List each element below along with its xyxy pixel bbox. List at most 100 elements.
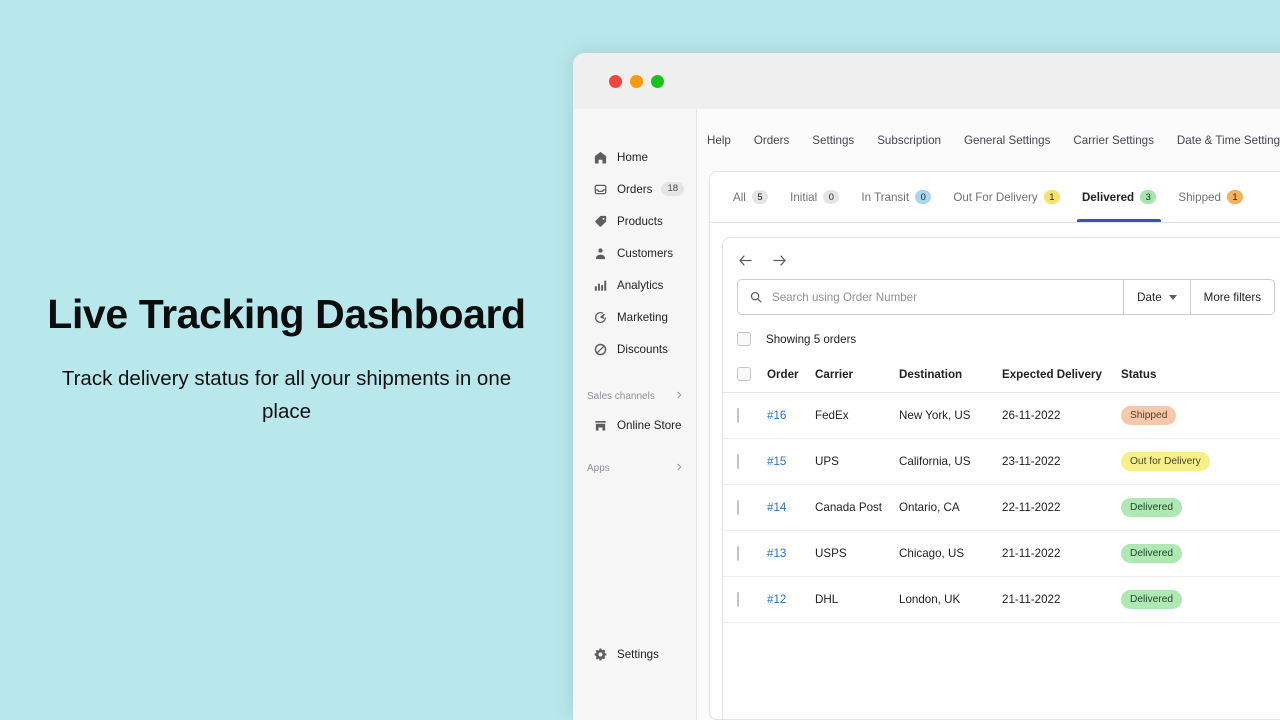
cell-status: Delivered	[1121, 576, 1280, 623]
more-filters-label: More filters	[1203, 290, 1261, 304]
cell-destination: Ontario, CA	[899, 484, 1002, 531]
order-link[interactable]: #16	[767, 409, 786, 422]
order-link[interactable]: #14	[767, 501, 786, 514]
date-filter-label: Date	[1137, 290, 1162, 304]
sidebar-section-label: Sales channels	[587, 390, 655, 402]
topnav-item-orders[interactable]: Orders	[754, 134, 789, 147]
topnav-item-date-time-settings[interactable]: Date & Time Settings	[1177, 134, 1280, 147]
date-filter-button[interactable]: Date	[1123, 280, 1190, 314]
orders-panel-wrap: Date More filters Showing 5 orders	[710, 223, 1280, 719]
header-carrier: Carrier	[815, 361, 899, 393]
sidebar-section-apps[interactable]: Apps	[573, 455, 696, 481]
sidebar-item-online-store[interactable]: Online Store	[579, 409, 690, 441]
status-badge: Delivered	[1121, 498, 1183, 517]
minimize-window-button[interactable]	[630, 74, 643, 88]
tab-count-badge: 3	[1140, 189, 1157, 205]
orders-card: All 5 Initial 0 In Transit 0 Out For Del…	[709, 171, 1280, 720]
table-row[interactable]: #16 FedEx New York, US 26-11-2022 Shippe…	[723, 392, 1280, 439]
arrow-right-icon[interactable]	[771, 252, 788, 269]
cell-expected-delivery: 22-11-2022	[1002, 484, 1121, 531]
orders-panel: Date More filters Showing 5 orders	[722, 237, 1280, 719]
tab-shipped[interactable]: Shipped 1	[1167, 172, 1254, 222]
select-all-rows-checkbox[interactable]	[737, 367, 751, 381]
sidebar-item-marketing[interactable]: Marketing	[579, 301, 690, 333]
cell-status: Delivered	[1121, 530, 1280, 577]
cell-status: Shipped	[1121, 392, 1280, 439]
cell-destination: Chicago, US	[899, 530, 1002, 577]
promo-title: Live Tracking Dashboard	[47, 290, 526, 337]
sidebar-item-settings[interactable]: Settings	[579, 638, 690, 670]
search-input[interactable]	[772, 290, 1113, 304]
home-icon	[593, 150, 608, 165]
customers-person-icon	[593, 246, 608, 261]
topnav-item-carrier-settings[interactable]: Carrier Settings	[1073, 134, 1154, 147]
cell-status: Delivered	[1121, 484, 1280, 531]
topnav-item-subscription[interactable]: Subscription	[877, 134, 941, 147]
cell-expected-delivery: 26-11-2022	[1002, 392, 1121, 439]
table-row[interactable]: #15 UPS California, US 23-11-2022 Out fo…	[723, 438, 1280, 485]
sidebar-item-label: Settings	[617, 647, 659, 661]
row-checkbox-cell	[723, 576, 767, 623]
table-row[interactable]: #13 USPS Chicago, US 21-11-2022 Delivere…	[723, 530, 1280, 577]
order-link[interactable]: #12	[767, 593, 786, 606]
sidebar-item-orders[interactable]: Orders 18	[579, 173, 690, 205]
arrow-left-icon[interactable]	[737, 252, 754, 269]
topnav-item-settings[interactable]: Settings	[812, 134, 854, 147]
orders-table: Order Carrier Destination Expected Deliv…	[723, 361, 1280, 623]
sidebar-item-discounts[interactable]: Discounts	[579, 333, 690, 365]
more-filters-button[interactable]: More filters	[1189, 280, 1274, 314]
app-window: Home Orders 18 Products Customers Analyt…	[573, 53, 1280, 720]
search-field-wrap[interactable]	[738, 280, 1123, 314]
tab-label: Initial	[790, 190, 818, 204]
table-row[interactable]: #12 DHL London, UK 21-11-2022 Delivered	[723, 576, 1280, 623]
table-header-row: Order Carrier Destination Expected Deliv…	[723, 361, 1280, 393]
promo-subtitle: Track delivery status for all your shipm…	[61, 366, 512, 423]
row-checkbox[interactable]	[737, 454, 739, 469]
status-tabs: All 5 Initial 0 In Transit 0 Out For Del…	[710, 172, 1280, 223]
store-icon	[593, 418, 608, 433]
sidebar-item-customers[interactable]: Customers	[579, 237, 690, 269]
sidebar-item-analytics[interactable]: Analytics	[579, 269, 690, 301]
orders-table-body: #16 FedEx New York, US 26-11-2022 Shippe…	[723, 392, 1280, 623]
tab-label: Shipped	[1178, 190, 1221, 204]
topnav-item-help[interactable]: Help	[707, 134, 731, 147]
tab-count-badge: 1	[1043, 189, 1060, 205]
row-checkbox[interactable]	[737, 592, 739, 607]
cell-expected-delivery: 21-11-2022	[1002, 530, 1121, 577]
sidebar-section-label: Apps	[587, 462, 610, 474]
cell-carrier: DHL	[815, 576, 899, 623]
row-checkbox[interactable]	[737, 546, 739, 561]
close-window-button[interactable]	[609, 74, 622, 88]
status-badge: Out for Delivery	[1121, 452, 1210, 471]
sidebar-section-sales-channels[interactable]: Sales channels	[573, 383, 696, 409]
tab-count-badge: 0	[915, 189, 932, 205]
tab-all[interactable]: All 5	[722, 172, 779, 222]
sidebar-item-home[interactable]: Home	[579, 141, 690, 173]
products-tag-icon	[593, 214, 608, 229]
sidebar-item-label: Home	[617, 150, 648, 164]
order-link[interactable]: #13	[767, 547, 786, 560]
maximize-window-button[interactable]	[651, 74, 664, 88]
row-checkbox[interactable]	[737, 500, 739, 515]
cell-carrier: FedEx	[815, 392, 899, 439]
chevron-down-icon	[1168, 294, 1177, 300]
row-checkbox[interactable]	[737, 408, 739, 423]
tab-initial[interactable]: Initial 0	[779, 172, 850, 222]
filter-bar: Date More filters	[737, 279, 1275, 315]
header-destination: Destination	[899, 361, 1002, 393]
row-checkbox-cell	[723, 484, 767, 531]
sidebar-item-label: Marketing	[617, 310, 668, 324]
pagination-arrows	[723, 238, 1280, 279]
select-all-checkbox[interactable]	[737, 332, 751, 346]
tab-in-transit[interactable]: In Transit 0	[850, 172, 942, 222]
topnav-item-general-settings[interactable]: General Settings	[964, 134, 1050, 147]
showing-orders-label: Showing 5 orders	[766, 332, 857, 346]
tab-out-for-delivery[interactable]: Out For Delivery 1	[942, 172, 1071, 222]
tab-delivered[interactable]: Delivered 3	[1071, 172, 1167, 222]
order-link[interactable]: #15	[767, 455, 786, 468]
tab-count-badge: 5	[751, 189, 769, 205]
sidebar: Home Orders 18 Products Customers Analyt…	[573, 109, 697, 720]
status-badge: Shipped	[1121, 406, 1177, 425]
sidebar-item-products[interactable]: Products	[579, 205, 690, 237]
table-row[interactable]: #14 Canada Post Ontario, CA 22-11-2022 D…	[723, 484, 1280, 531]
